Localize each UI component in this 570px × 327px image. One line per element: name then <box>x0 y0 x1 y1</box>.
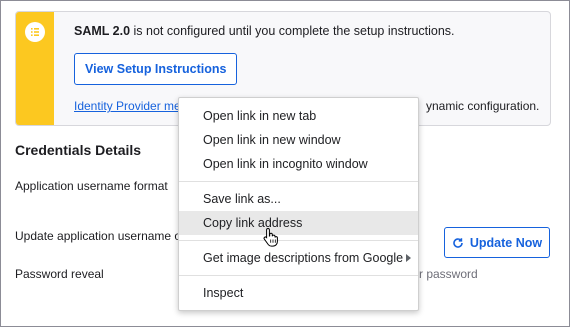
menu-item-save-link-as[interactable]: Save link as... <box>179 187 418 211</box>
notice-message-rest: is not configured until you complete the… <box>130 24 455 38</box>
view-setup-instructions-button[interactable]: View Setup Instructions <box>74 53 238 85</box>
context-menu: Open link in new tab Open link in new wi… <box>178 97 419 311</box>
notice-message-bold: SAML 2.0 <box>74 24 131 38</box>
username-format-label: Application username format <box>15 179 168 193</box>
list-icon <box>25 22 45 42</box>
update-now-label: Update Now <box>469 235 543 250</box>
password-reveal-label: Password reveal <box>15 267 104 281</box>
refresh-icon <box>452 237 464 249</box>
notice-message: SAML 2.0 is not configured until you com… <box>74 24 455 38</box>
menu-item-open-new-window[interactable]: Open link in new window <box>179 128 418 152</box>
menu-separator <box>179 181 418 182</box>
update-now-button[interactable]: Update Now <box>444 227 550 258</box>
menu-item-open-incognito[interactable]: Open link in incognito window <box>179 152 418 176</box>
submenu-arrow-icon <box>406 254 411 262</box>
menu-item-inspect[interactable]: Inspect <box>179 281 418 305</box>
menu-item-image-descriptions-label: Get image descriptions from Google <box>203 251 404 265</box>
app-window: SAML 2.0 is not configured until you com… <box>0 0 570 327</box>
menu-separator <box>179 240 418 241</box>
metadata-description-tail: ynamic configuration. <box>426 99 540 113</box>
menu-item-open-new-tab[interactable]: Open link in new tab <box>179 104 418 128</box>
password-reveal-text: r password <box>419 267 478 281</box>
menu-separator <box>179 275 418 276</box>
menu-item-copy-link-address[interactable]: Copy link address <box>179 211 418 235</box>
identity-provider-metadata-link[interactable]: Identity Provider me <box>74 99 181 113</box>
credentials-details-title: Credentials Details <box>15 142 142 158</box>
menu-item-image-descriptions[interactable]: Get image descriptions from Google <box>179 246 418 270</box>
update-username-label: Update application username or <box>15 229 186 243</box>
hand-pointer-icon <box>263 227 279 252</box>
